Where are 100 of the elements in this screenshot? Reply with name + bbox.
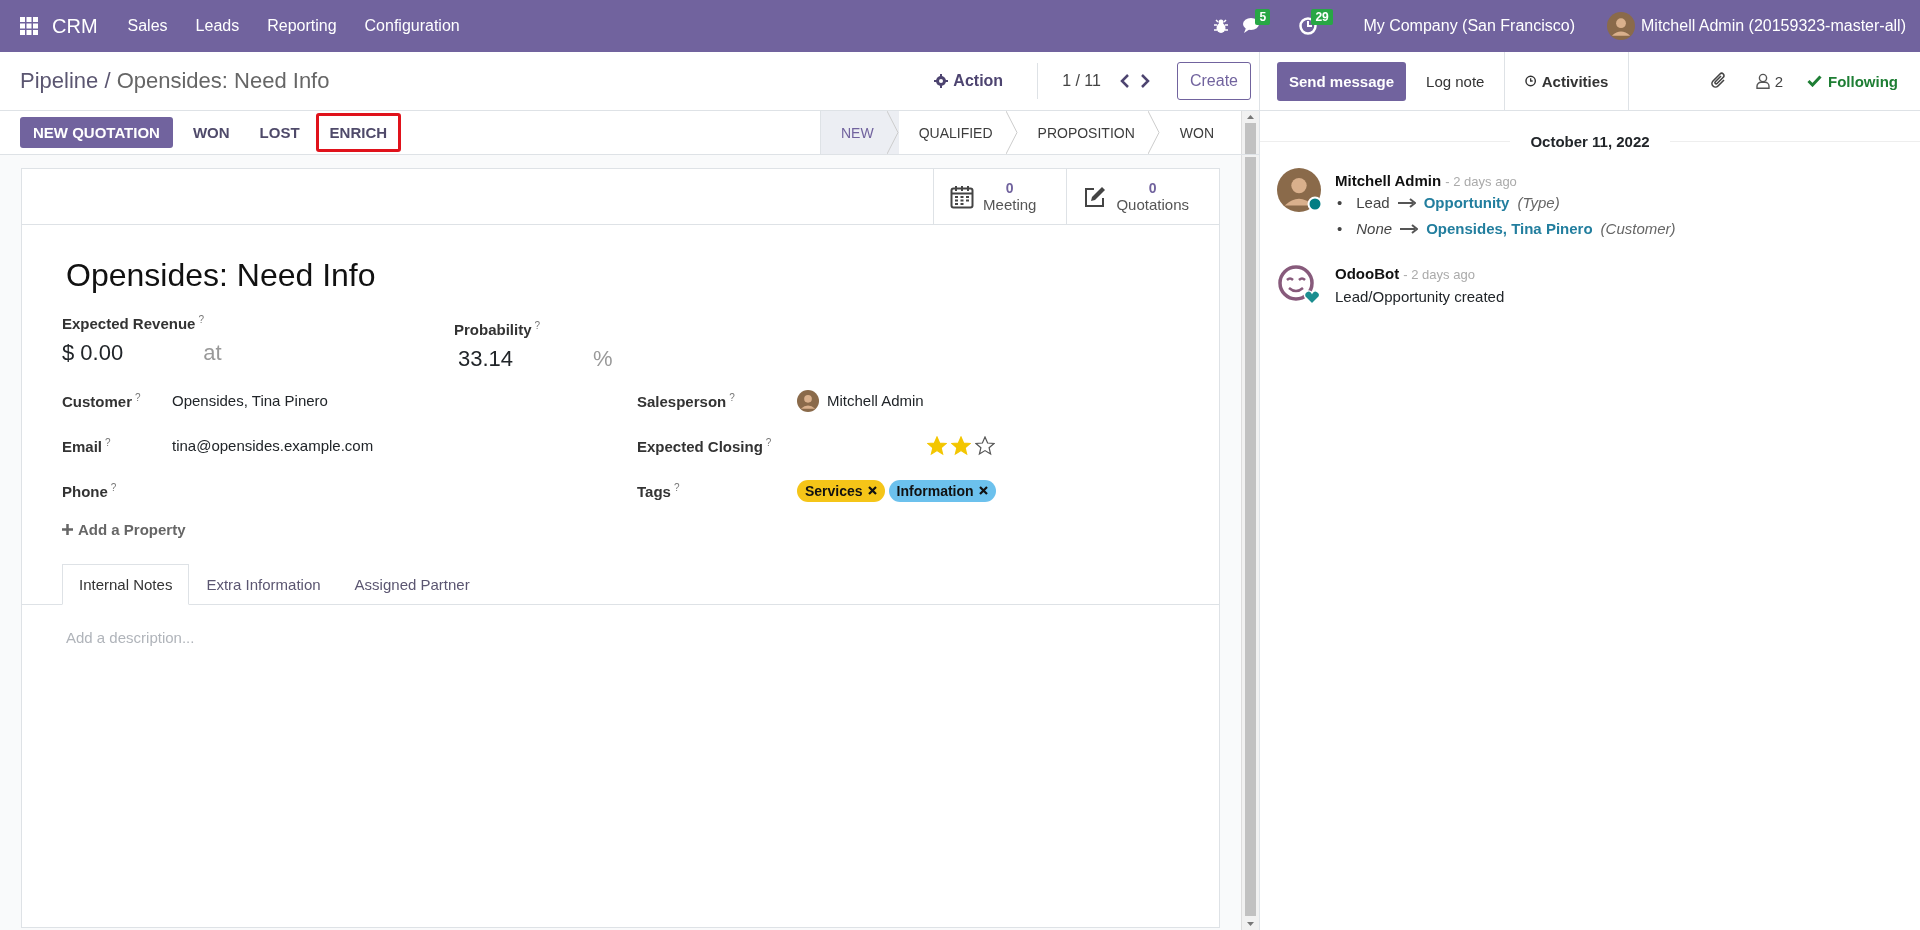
menu-item[interactable]: Leads [181,17,254,35]
notebook-tab[interactable]: Extra Information [189,564,338,605]
list-bullet: • [1337,219,1343,239]
field-label: Customer [62,392,132,410]
stage-step[interactable]: PROPOSITION [1017,111,1160,154]
salesperson-avatar [797,389,819,412]
new-value-link[interactable]: Opensides, Tina Pinero [1426,219,1593,239]
gear-icon [934,74,949,88]
tag: Information [888,479,996,502]
field-name: (Type) [1517,193,1560,213]
help-tooltip[interactable]: ? [729,391,735,403]
probability-value[interactable]: 33.14 [458,346,514,372]
old-value: Lead [1356,193,1390,213]
field-value[interactable]: Opensides, Tina Pinero [172,392,328,409]
field-label: Email [62,437,103,455]
message-time: - 2 days ago [1403,267,1475,282]
check-icon [1807,75,1822,87]
revenue-value[interactable]: $ 0.00 [62,340,124,366]
activity-count-badge: 29 [1311,9,1333,25]
scrollbar-thumb[interactable] [1245,123,1256,154]
field-label: Phone [62,482,108,500]
plus-icon[interactable] [62,524,73,535]
message-author[interactable]: Mitchell Admin [1335,172,1442,189]
bug-icon[interactable] [1213,18,1230,34]
stage-step[interactable]: NEW [820,111,899,154]
log-note-button[interactable]: Log note [1406,52,1505,110]
stage-step[interactable]: WON [1159,111,1227,154]
chevron-icon [1147,111,1160,154]
at-label: at [203,340,222,366]
paperclip-icon[interactable] [1709,71,1728,91]
action-button[interactable]: WON [178,113,244,152]
breadcrumb-link[interactable]: Pipeline [20,68,99,93]
chevron-icon [1005,111,1018,154]
menu-item[interactable]: Reporting [253,17,351,35]
action-menu[interactable]: Action [953,72,1004,90]
percent-sign: % [593,346,613,372]
user-menu[interactable]: Mitchell Admin (20159323-master-all) [1641,17,1906,35]
edit-icon [1083,184,1108,209]
message-count-badge: 5 [1255,9,1271,25]
menu-item[interactable]: Sales [113,17,182,35]
old-value: None [1356,219,1393,239]
date-separator: October 11, 2022 [1529,133,1651,150]
list-bullet: • [1337,193,1343,213]
clock-icon [1525,74,1537,88]
arrow-icon [1397,198,1416,208]
message-time: - 2 days ago [1445,174,1517,189]
help-tooltip[interactable]: ? [673,481,680,493]
scrollbar[interactable] [1241,155,1259,930]
online-status-icon [1307,196,1323,212]
create-button[interactable]: Create [1176,62,1251,100]
help-tooltip[interactable]: ? [110,481,117,493]
help-tooltip[interactable]: ? [198,314,204,325]
arrow-icon [1400,224,1419,234]
breadcrumb-separator: / [104,68,111,93]
field-label: Probability [454,321,532,338]
help-tooltip[interactable]: ? [534,320,541,331]
record-title[interactable]: Opensides: Need Info [66,257,1219,294]
star-icon[interactable] [975,435,995,456]
field-name: (Customer) [1600,219,1676,239]
notebook-tab[interactable]: Assigned Partner [337,564,487,605]
following-button[interactable]: Following [1828,72,1898,90]
calendar-icon [950,184,975,209]
pager-value[interactable]: 1 / 11 [1062,72,1101,90]
new-value-link[interactable]: Opportunity [1423,193,1510,213]
follower-count[interactable]: 2 [1774,72,1783,90]
field-label: Expected Closing [637,437,763,455]
chevron-icon [886,111,899,154]
company-switcher[interactable]: My Company (San Francisco) [1349,17,1589,35]
scrollbar[interactable] [1241,111,1259,154]
person-icon[interactable] [1755,73,1770,89]
clock-icon[interactable] [1299,17,1318,35]
send-message-button[interactable]: Send message [1277,61,1407,101]
remove-icon[interactable] [867,486,877,495]
user-avatar [1607,12,1635,40]
help-tooltip[interactable]: ? [765,436,772,448]
remove-icon[interactable] [978,486,988,495]
tag: Services [797,479,885,502]
action-button[interactable]: ENRICH [315,113,402,152]
activities-button[interactable]: Activities [1504,52,1630,110]
help-tooltip[interactable]: ? [105,436,111,448]
next-icon[interactable] [1139,74,1150,88]
previous-icon[interactable] [1119,74,1130,88]
field-value[interactable]: tina@opensides.example.com [172,437,374,454]
field-label: Salesperson [637,392,727,410]
apps-menu-icon[interactable] [20,17,38,35]
new-quotation-button[interactable]: NEW QUOTATION [20,117,173,148]
help-tooltip[interactable]: ? [135,391,141,403]
scrollbar-thumb[interactable] [1245,157,1256,916]
field-label: Expected Revenue [62,315,196,332]
message-body: Lead/Opportunity created [1335,288,1505,305]
message-author[interactable]: OdooBot [1335,265,1400,282]
action-button[interactable]: LOST [245,113,314,152]
field-value[interactable]: Mitchell Admin [827,392,924,409]
notebook-tab[interactable]: Internal Notes [62,564,190,605]
menu-item[interactable]: Configuration [350,17,474,35]
field-label: Tags [637,482,671,500]
app-name[interactable]: CRM [38,14,114,38]
add-property-link[interactable]: Add a Property [78,521,186,538]
author-avatar [1277,168,1321,212]
stage-step[interactable]: QUALIFIED [898,111,1018,154]
